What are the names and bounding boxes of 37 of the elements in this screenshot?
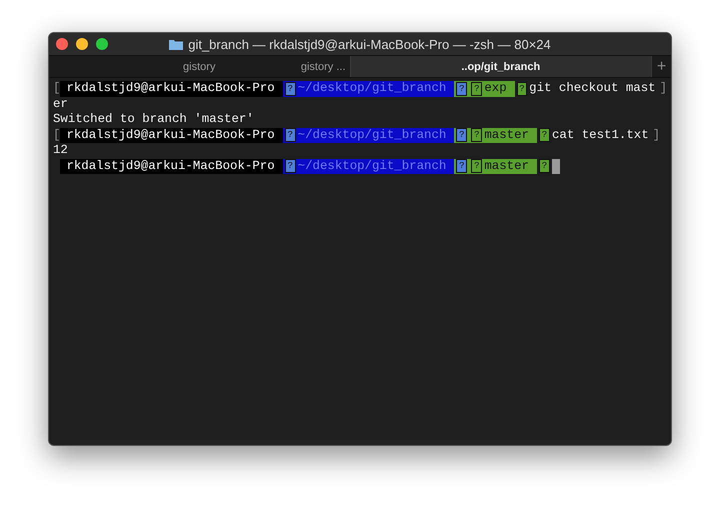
output-text: Switched to branch 'master' — [53, 112, 254, 128]
output-text: 12 — [53, 143, 68, 158]
glyph-box: ? — [471, 159, 482, 174]
glyph-box: ? — [456, 159, 468, 174]
maximize-icon[interactable] — [96, 38, 108, 50]
glyph-box: ? — [456, 128, 468, 142]
prompt-user: rkdalstjd9@arkui-MacBook-Pro — [60, 81, 283, 96]
glyph-box: ? — [456, 82, 468, 96]
bracket: [ — [53, 128, 60, 143]
git-branch: master — [484, 158, 529, 174]
glyph-box: ? — [538, 128, 550, 142]
tab[interactable]: ..op/git_branch — [350, 56, 652, 77]
bracket: ] — [652, 128, 660, 143]
output-text: er — [53, 96, 68, 112]
glyph-box: ? — [471, 128, 482, 142]
prompt-user: rkdalstjd9@arkui-MacBook-Pro — [60, 158, 283, 174]
glyph-box: ? — [516, 82, 528, 96]
glyph-box: ? — [284, 159, 296, 174]
prompt-path: ~/desktop/git_branch — [298, 81, 446, 96]
command-text: git checkout mast — [529, 81, 656, 96]
close-icon[interactable] — [56, 38, 68, 50]
minimize-icon[interactable] — [76, 38, 88, 50]
bracket: [ — [53, 81, 60, 96]
prompt-path: ~/desktop/git_branch — [298, 158, 446, 174]
tab-subtitle: gistory ... — [300, 60, 346, 72]
bracket: ] — [660, 81, 667, 96]
git-branch: exp — [484, 81, 507, 96]
prompt-path: ~/desktop/git_branch — [298, 128, 446, 143]
glyph-box: ? — [284, 82, 296, 96]
folder-icon — [169, 38, 184, 50]
git-branch: master — [484, 128, 529, 143]
command-text: cat test1.txt — [552, 128, 649, 143]
glyph-box: ? — [284, 128, 296, 142]
prompt-user: rkdalstjd9@arkui-MacBook-Pro — [60, 128, 283, 143]
glyph-box: ? — [471, 82, 482, 96]
glyph-box: ? — [538, 159, 550, 174]
window-title: git_branch — rkdalstjd9@arkui-MacBook-Pro — -zsh — 80×24 — [188, 36, 551, 52]
